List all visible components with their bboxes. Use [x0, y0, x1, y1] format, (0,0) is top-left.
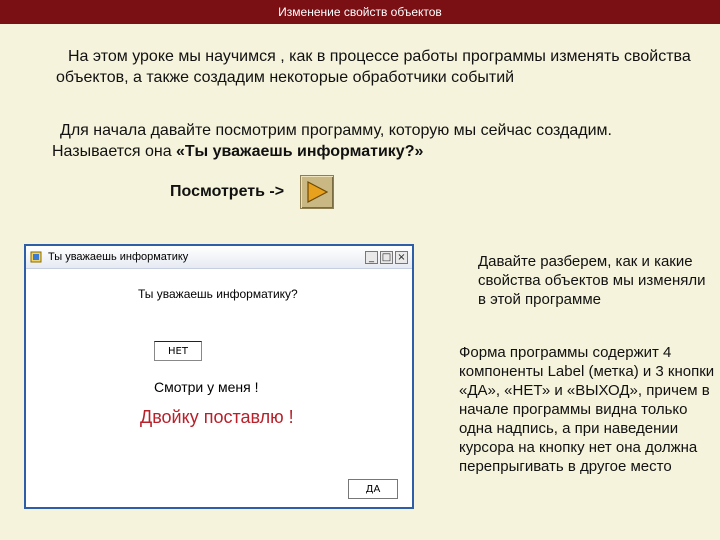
- lead-line-2-prefix: Называется она: [52, 143, 177, 160]
- look-label: Смотри у меня !: [154, 379, 259, 395]
- view-label: Посмотреть ->: [170, 183, 285, 200]
- yes-button[interactable]: ДА: [348, 479, 398, 499]
- view-play-button[interactable]: [300, 175, 335, 209]
- close-button[interactable]: ×: [395, 250, 408, 264]
- two-label: Двойку поставлю !: [140, 407, 294, 427]
- intro-text: На этом уроке мы научимся , как в процес…: [56, 46, 706, 88]
- demo-program-window: Ты уважаешь информатику _ □ × Ты уважаеш…: [24, 244, 414, 509]
- minimize-button[interactable]: _: [365, 250, 378, 264]
- lead-line-1: Для начала давайте посмотрим программу, …: [60, 122, 612, 139]
- side-text-1: Давайте разберем, как и какие свойства о…: [478, 253, 706, 308]
- play-triangle-icon: [307, 181, 329, 203]
- window-title-bar: Изменение свойств объектов: [0, 0, 720, 24]
- intro-line-1: На этом уроке мы научимся , как в процес…: [68, 48, 691, 65]
- no-button[interactable]: НЕТ: [154, 341, 202, 361]
- lead-text: Для начала давайте посмотрим программу, …: [52, 120, 692, 162]
- lead-line-2: Называется она «Ты уважаешь информатику?…: [52, 141, 692, 162]
- window-title: Изменение свойств объектов: [278, 5, 442, 19]
- question-label: Ты уважаешь информатику?: [138, 287, 298, 301]
- demo-window-title: Ты уважаешь информатику: [48, 251, 189, 263]
- demo-window-body: Ты уважаешь информатику? НЕТ Смотри у ме…: [26, 269, 412, 508]
- view-row: Посмотреть ->: [170, 174, 335, 210]
- delphi-app-icon: [30, 251, 42, 263]
- program-name: «Ты уважаешь информатику?»: [176, 143, 424, 160]
- intro-line-2: объектов, а также создадим некоторые обр…: [56, 69, 515, 86]
- side-text-2: Форма программы содержит 4 компоненты La…: [459, 344, 715, 475]
- maximize-button[interactable]: □: [380, 250, 393, 264]
- demo-window-titlebar: Ты уважаешь информатику _ □ ×: [26, 246, 412, 269]
